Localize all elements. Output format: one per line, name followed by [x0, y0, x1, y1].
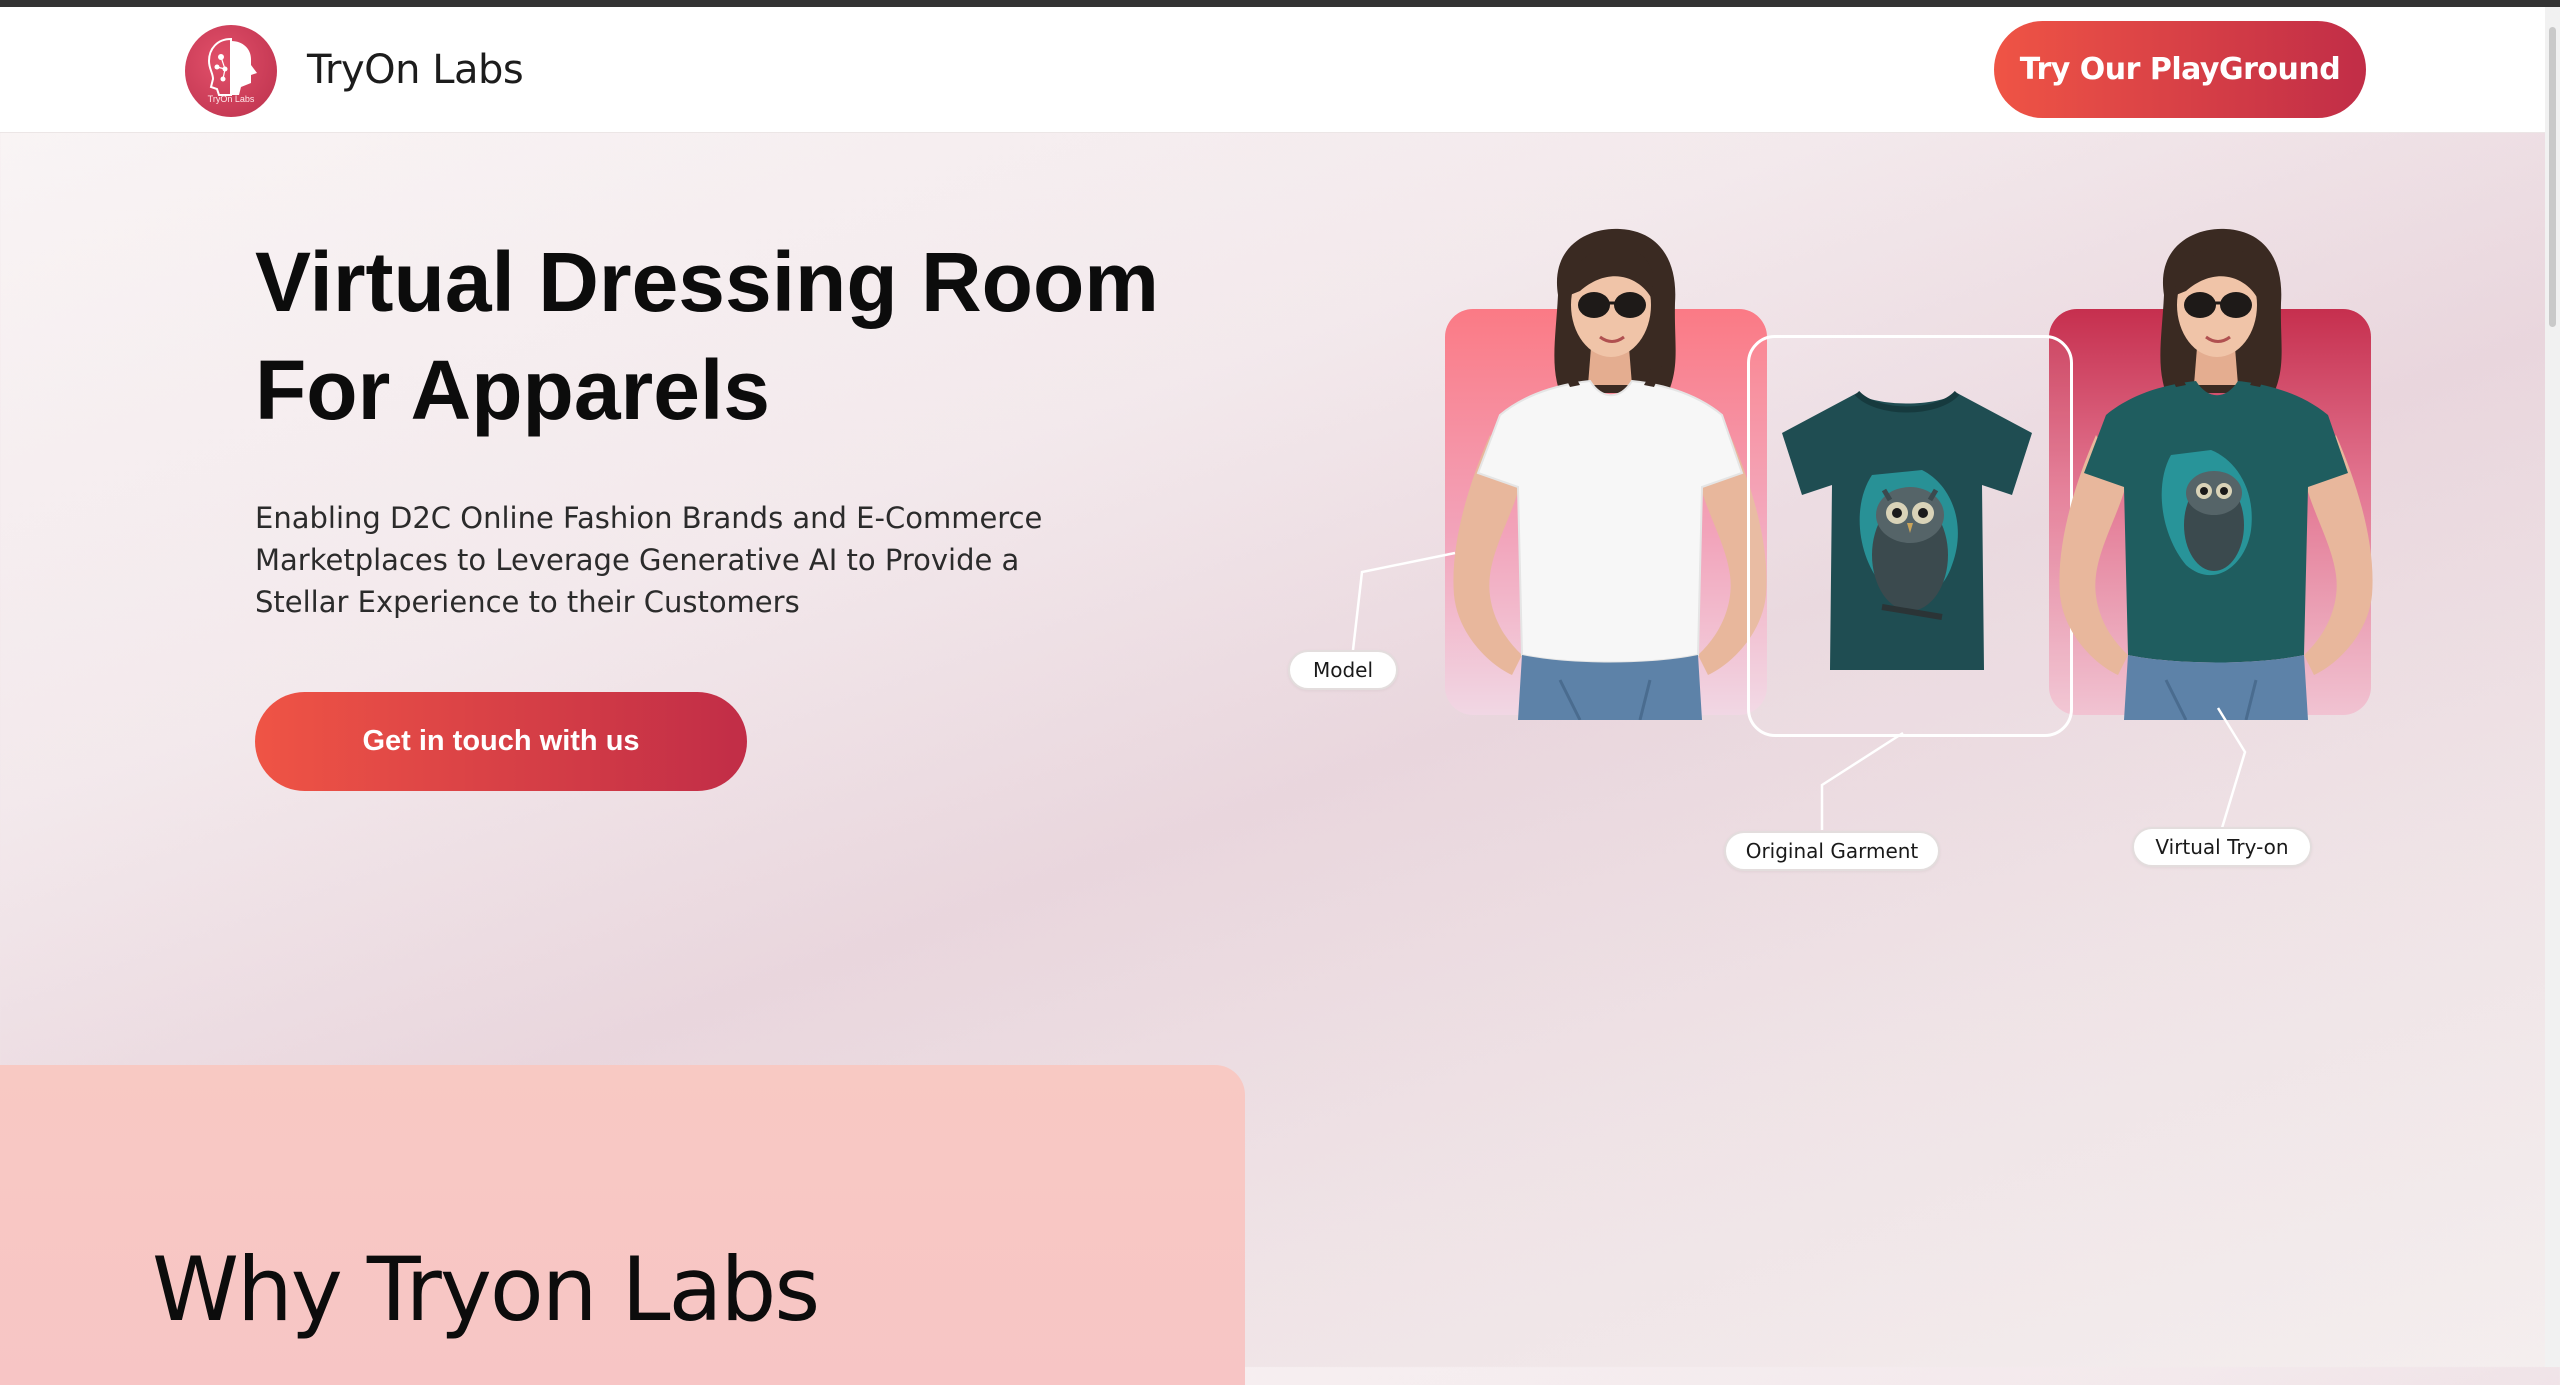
- garment-photo: [1782, 390, 2032, 670]
- logo[interactable]: TryOn Labs: [185, 25, 277, 117]
- model-label: Model: [1288, 650, 1398, 690]
- hero-title-line-2: For Apparels: [255, 343, 770, 437]
- tryon-photo: [2059, 228, 2373, 720]
- browser-top-line: [0, 0, 2560, 7]
- get-in-touch-button[interactable]: Get in touch with us: [255, 692, 747, 791]
- brand-name[interactable]: TryOn Labs: [307, 47, 524, 93]
- scrollbar[interactable]: [2545, 7, 2560, 1367]
- virtual-tryon-label: Virtual Try-on: [2132, 827, 2312, 867]
- model-photo: [1453, 228, 1767, 720]
- hero-title-line-1: Virtual Dressing Room: [255, 235, 1159, 329]
- scrollbar-thumb[interactable]: [2549, 27, 2556, 327]
- logo-caption: TryOn Labs: [207, 94, 255, 104]
- hero-title: Virtual Dressing Room For Apparels: [255, 228, 1355, 444]
- why-title: Why Tryon Labs: [152, 1238, 820, 1341]
- hero-description: Enabling D2C Online Fashion Brands and E…: [255, 501, 1043, 619]
- try-playground-button[interactable]: Try Our PlayGround: [1994, 21, 2366, 118]
- original-garment-label: Original Garment: [1724, 831, 1940, 871]
- site-header: TryOn Labs TryOn Labs Try Our PlayGround: [0, 7, 2545, 133]
